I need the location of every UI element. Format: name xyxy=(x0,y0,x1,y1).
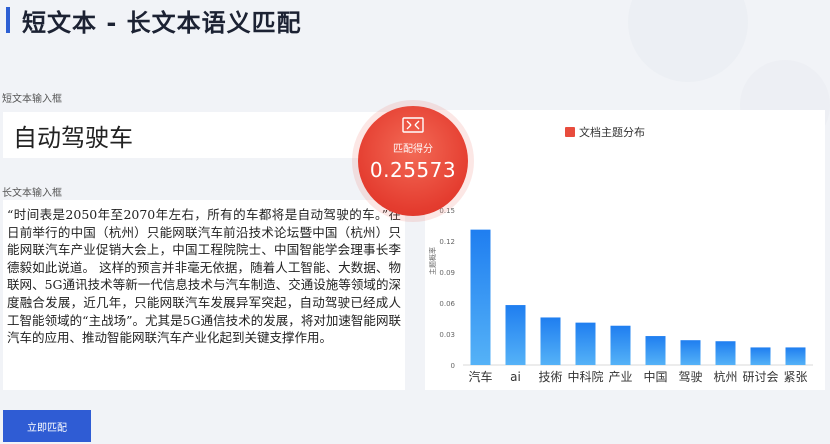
match-score-badge: 匹配得分 0.25573 xyxy=(358,106,468,216)
short-text-value: 自动驾驶车 xyxy=(13,124,133,152)
chart-bar xyxy=(505,305,526,365)
chart-bar xyxy=(575,322,596,365)
y-tick-label: 0.12 xyxy=(439,238,455,246)
x-tick-label: 杭州 xyxy=(713,369,737,384)
short-text-label: 短文本输入框 xyxy=(2,94,62,105)
x-tick-label: 中国 xyxy=(643,369,667,384)
y-tick-label: 0.06 xyxy=(439,300,455,308)
score-label: 匹配得分 xyxy=(393,144,433,155)
short-text-input[interactable]: 自动驾驶车 xyxy=(3,112,408,158)
x-tick-label: 驾驶 xyxy=(678,369,702,384)
y-tick-label: 0.15 xyxy=(439,207,455,215)
x-tick-label: 中科院 xyxy=(567,369,603,384)
title-accent-bar xyxy=(6,7,10,33)
chart-bar xyxy=(750,347,771,365)
chart-bar xyxy=(680,340,701,365)
x-tick-label: 汽车 xyxy=(468,369,492,384)
y-tick-label: 0 xyxy=(451,362,455,370)
page-header: 短文本 - 长文本语义匹配 xyxy=(0,0,302,40)
chart-bar xyxy=(610,325,631,365)
background-decoration xyxy=(628,0,748,82)
x-tick-label: 研讨会 xyxy=(742,370,778,384)
chart-bar xyxy=(470,229,491,365)
y-axis-label: 主题概率 xyxy=(428,247,437,275)
y-tick-label: 0.09 xyxy=(439,269,455,277)
long-text-label: 长文本输入框 xyxy=(2,188,62,199)
x-tick-label: 技術 xyxy=(538,370,562,384)
page-title: 短文本 - 长文本语义匹配 xyxy=(22,8,302,37)
score-value: 0.25573 xyxy=(369,158,457,182)
chart-bar xyxy=(645,336,666,365)
topic-distribution-chart: 文档主题分布 0 0.03 0.06 0.09 0.12 0.15 主题概率 汽车 ai 技術 中科… xyxy=(425,110,825,390)
x-tick-label: 产业 xyxy=(608,370,632,384)
long-text-input[interactable]: “时间表是2050年至2070年左右，所有的车都将是自动驾驶的车。”在日前举行的… xyxy=(3,200,405,390)
chart-bar xyxy=(540,317,561,365)
chart-plot: 0 0.03 0.06 0.09 0.12 0.15 主题概率汽车 ai 技術 中科院 产业 中国 驾驶… xyxy=(428,207,813,384)
x-tick-label: 紧张 xyxy=(783,370,807,384)
long-text-value: “时间表是2050年至2070年左右，所有的车都将是自动驾驶的车。”在日前举行的… xyxy=(7,207,401,346)
x-tick-label: ai xyxy=(510,370,521,384)
chart-bar xyxy=(785,347,806,365)
y-tick-label: 0.03 xyxy=(439,331,455,339)
chart-bar xyxy=(715,341,736,365)
score-badge-icon xyxy=(402,117,424,133)
match-button[interactable]: 立即匹配 xyxy=(3,410,91,442)
